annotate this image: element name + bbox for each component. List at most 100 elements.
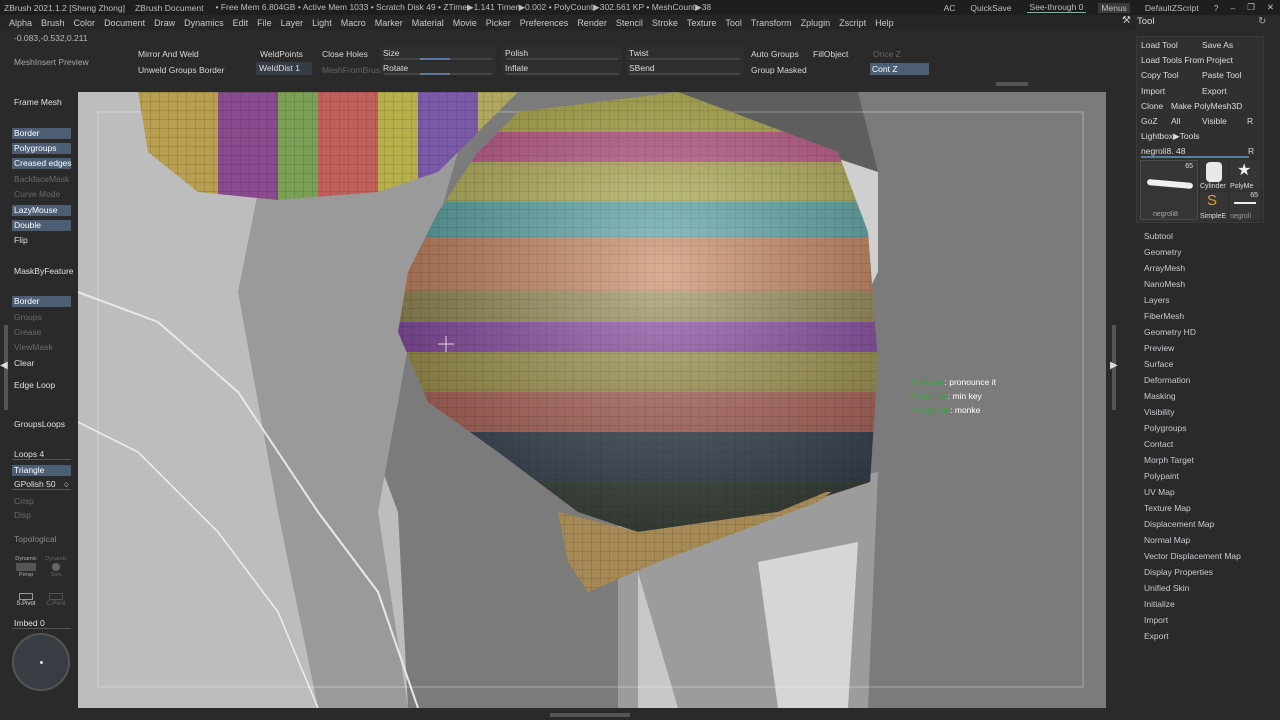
- refresh-icon[interactable]: ↻: [1258, 16, 1266, 27]
- groups-toggle[interactable]: Groups: [12, 312, 71, 323]
- menu-picker[interactable]: Picker: [486, 18, 511, 28]
- frame-mesh-button[interactable]: Frame Mesh: [12, 97, 71, 108]
- tool-menu-geometry[interactable]: Geometry: [1144, 247, 1181, 257]
- tool-menu-preview[interactable]: Preview: [1144, 343, 1174, 353]
- cpivot-button[interactable]: C.Pivot: [44, 592, 68, 612]
- twist-slider[interactable]: Twist: [626, 47, 744, 60]
- menu-color[interactable]: Color: [74, 18, 96, 28]
- menu-preferences[interactable]: Preferences: [520, 18, 569, 28]
- clone-button[interactable]: Clone: [1141, 101, 1163, 111]
- menu-marker[interactable]: Marker: [375, 18, 403, 28]
- menu-alpha[interactable]: Alpha: [9, 18, 32, 28]
- tool-menu-layers[interactable]: Layers: [1144, 295, 1170, 305]
- export-tool-button[interactable]: Export: [1202, 86, 1227, 96]
- once-z-button[interactable]: Once Z: [871, 48, 903, 60]
- welddist-slider[interactable]: WeldDist 1: [256, 62, 312, 75]
- menu-document[interactable]: Document: [104, 18, 145, 28]
- make-polymesh3d-button[interactable]: Make PolyMesh3D: [1171, 101, 1242, 111]
- menu-file[interactable]: File: [257, 18, 272, 28]
- menu-zscript[interactable]: Zscript: [839, 18, 866, 28]
- tool-menu-geometry-hd[interactable]: Geometry HD: [1144, 327, 1196, 337]
- import-tool-button[interactable]: Import: [1141, 86, 1165, 96]
- tool-menu-contact[interactable]: Contact: [1144, 439, 1173, 449]
- dynamic-solo-button[interactable]: Dynamic Solo: [44, 556, 68, 580]
- menu-light[interactable]: Light: [312, 18, 332, 28]
- size-slider[interactable]: Size: [380, 47, 496, 60]
- menu-render[interactable]: Render: [577, 18, 607, 28]
- auto-groups-button[interactable]: Auto Groups: [749, 48, 801, 60]
- menu-edit[interactable]: Edit: [233, 18, 249, 28]
- lightbox-tools-button[interactable]: Lightbox▶Tools: [1141, 131, 1200, 142]
- tool-palette-title[interactable]: Tool: [1137, 16, 1154, 27]
- mask-border-toggle[interactable]: Border: [12, 296, 71, 307]
- polish-slider[interactable]: Polish: [502, 47, 622, 60]
- tool-menu-arraymesh[interactable]: ArrayMesh: [1144, 263, 1185, 273]
- border-toggle[interactable]: Border: [12, 128, 71, 139]
- top-tray-handle[interactable]: [996, 82, 1028, 86]
- spivot-button[interactable]: S.Pivot: [14, 592, 38, 612]
- load-tools-from-project-button[interactable]: Load Tools From Project: [1141, 55, 1233, 65]
- edge-loop-button[interactable]: Edge Loop: [12, 380, 71, 391]
- tool-menu-deformation[interactable]: Deformation: [1144, 375, 1190, 385]
- copy-tool-button[interactable]: Copy Tool: [1141, 70, 1179, 80]
- menu-transform[interactable]: Transform: [751, 18, 792, 28]
- menu-dynamics[interactable]: Dynamics: [184, 18, 224, 28]
- tool-thumbnail-negroli[interactable]: 65 negroli: [1230, 192, 1260, 220]
- bottom-tray-handle[interactable]: [550, 713, 630, 717]
- loops-slider[interactable]: Loops 4: [12, 449, 71, 460]
- polygroups-toggle[interactable]: Polygroups: [12, 143, 71, 154]
- see-through-slider[interactable]: See-through 0: [1026, 2, 1087, 13]
- groupsloops-button[interactable]: GroupsLoops: [12, 419, 71, 430]
- lazymouse-toggle[interactable]: LazyMouse: [12, 205, 71, 216]
- tool-thumbnail-negroli8[interactable]: 65 negroli8: [1140, 160, 1198, 220]
- tool-thumbnail-simplebrush[interactable]: S SimpleE: [1200, 192, 1228, 220]
- tool-thumbnail-cylinder[interactable]: Cylinder: [1200, 160, 1228, 190]
- restore-icon[interactable]: ❐: [1247, 2, 1255, 13]
- curve-mode-toggle[interactable]: Curve Mode: [12, 189, 71, 200]
- triangle-toggle[interactable]: Triangle: [12, 465, 71, 476]
- tool-menu-masking[interactable]: Masking: [1144, 391, 1176, 401]
- tool-r-button[interactable]: R: [1248, 146, 1254, 156]
- backfacemask-toggle[interactable]: BackfaceMask: [12, 174, 71, 185]
- gpolish-slider[interactable]: GPolish 50 ○: [12, 479, 71, 490]
- tool-menu-surface[interactable]: Surface: [1144, 359, 1173, 369]
- minimize-icon[interactable]: –: [1231, 3, 1236, 13]
- menu-stencil[interactable]: Stencil: [616, 18, 643, 28]
- tool-menu-displacement-map[interactable]: Displacement Map: [1144, 519, 1214, 529]
- flip-button[interactable]: Flip: [12, 235, 71, 246]
- help-icon[interactable]: ?: [1214, 3, 1219, 13]
- creased-edges-toggle[interactable]: Creased edges: [12, 158, 72, 169]
- goz-visible-button[interactable]: Visible: [1202, 116, 1227, 126]
- collapse-right-icon[interactable]: ▶: [1110, 360, 1118, 371]
- meshfrombrush-button[interactable]: MeshFromBrus: [320, 64, 382, 76]
- inflate-slider[interactable]: Inflate: [502, 62, 622, 75]
- tool-menu-morph-target[interactable]: Morph Target: [1144, 455, 1194, 465]
- default-zscript-button[interactable]: DefaultZScript: [1142, 3, 1202, 13]
- paste-tool-button[interactable]: Paste Tool: [1202, 70, 1242, 80]
- tool-menu-vector-displacement-map[interactable]: Vector Displacement Map: [1144, 551, 1241, 561]
- weldpoints-button[interactable]: WeldPoints: [258, 48, 305, 60]
- tool-menu-display-properties[interactable]: Display Properties: [1144, 567, 1213, 577]
- goz-r-button[interactable]: R: [1247, 116, 1253, 126]
- menu-texture[interactable]: Texture: [687, 18, 717, 28]
- tool-menu-subtool[interactable]: Subtool: [1144, 231, 1173, 241]
- lazymouse-compass[interactable]: [12, 633, 70, 691]
- tool-menu-fibermesh[interactable]: FiberMesh: [1144, 311, 1184, 321]
- menu-material[interactable]: Material: [412, 18, 444, 28]
- double-toggle[interactable]: Double: [12, 220, 71, 231]
- viewmask-toggle[interactable]: ViewMask: [12, 342, 71, 353]
- save-as-button[interactable]: Save As: [1202, 40, 1233, 50]
- quicksave-button[interactable]: QuickSave: [967, 3, 1014, 13]
- tool-menu-nanomesh[interactable]: NanoMesh: [1144, 279, 1185, 289]
- collapse-left-icon[interactable]: ◀: [0, 360, 8, 371]
- tool-menu-normal-map[interactable]: Normal Map: [1144, 535, 1190, 545]
- clear-button[interactable]: Clear: [12, 358, 71, 369]
- disp-toggle[interactable]: Disp: [12, 510, 71, 521]
- goz-all-button[interactable]: All: [1171, 116, 1180, 126]
- crisp-toggle[interactable]: Crisp: [12, 496, 71, 507]
- maskbyfeature-button[interactable]: MaskByFeature: [12, 266, 76, 277]
- close-icon[interactable]: ✕: [1267, 2, 1274, 13]
- tool-menu-texture-map[interactable]: Texture Map: [1144, 503, 1191, 513]
- dynamic-persp-button[interactable]: Dynamic Persp: [14, 556, 38, 580]
- tool-menu-initialize[interactable]: Initialize: [1144, 599, 1175, 609]
